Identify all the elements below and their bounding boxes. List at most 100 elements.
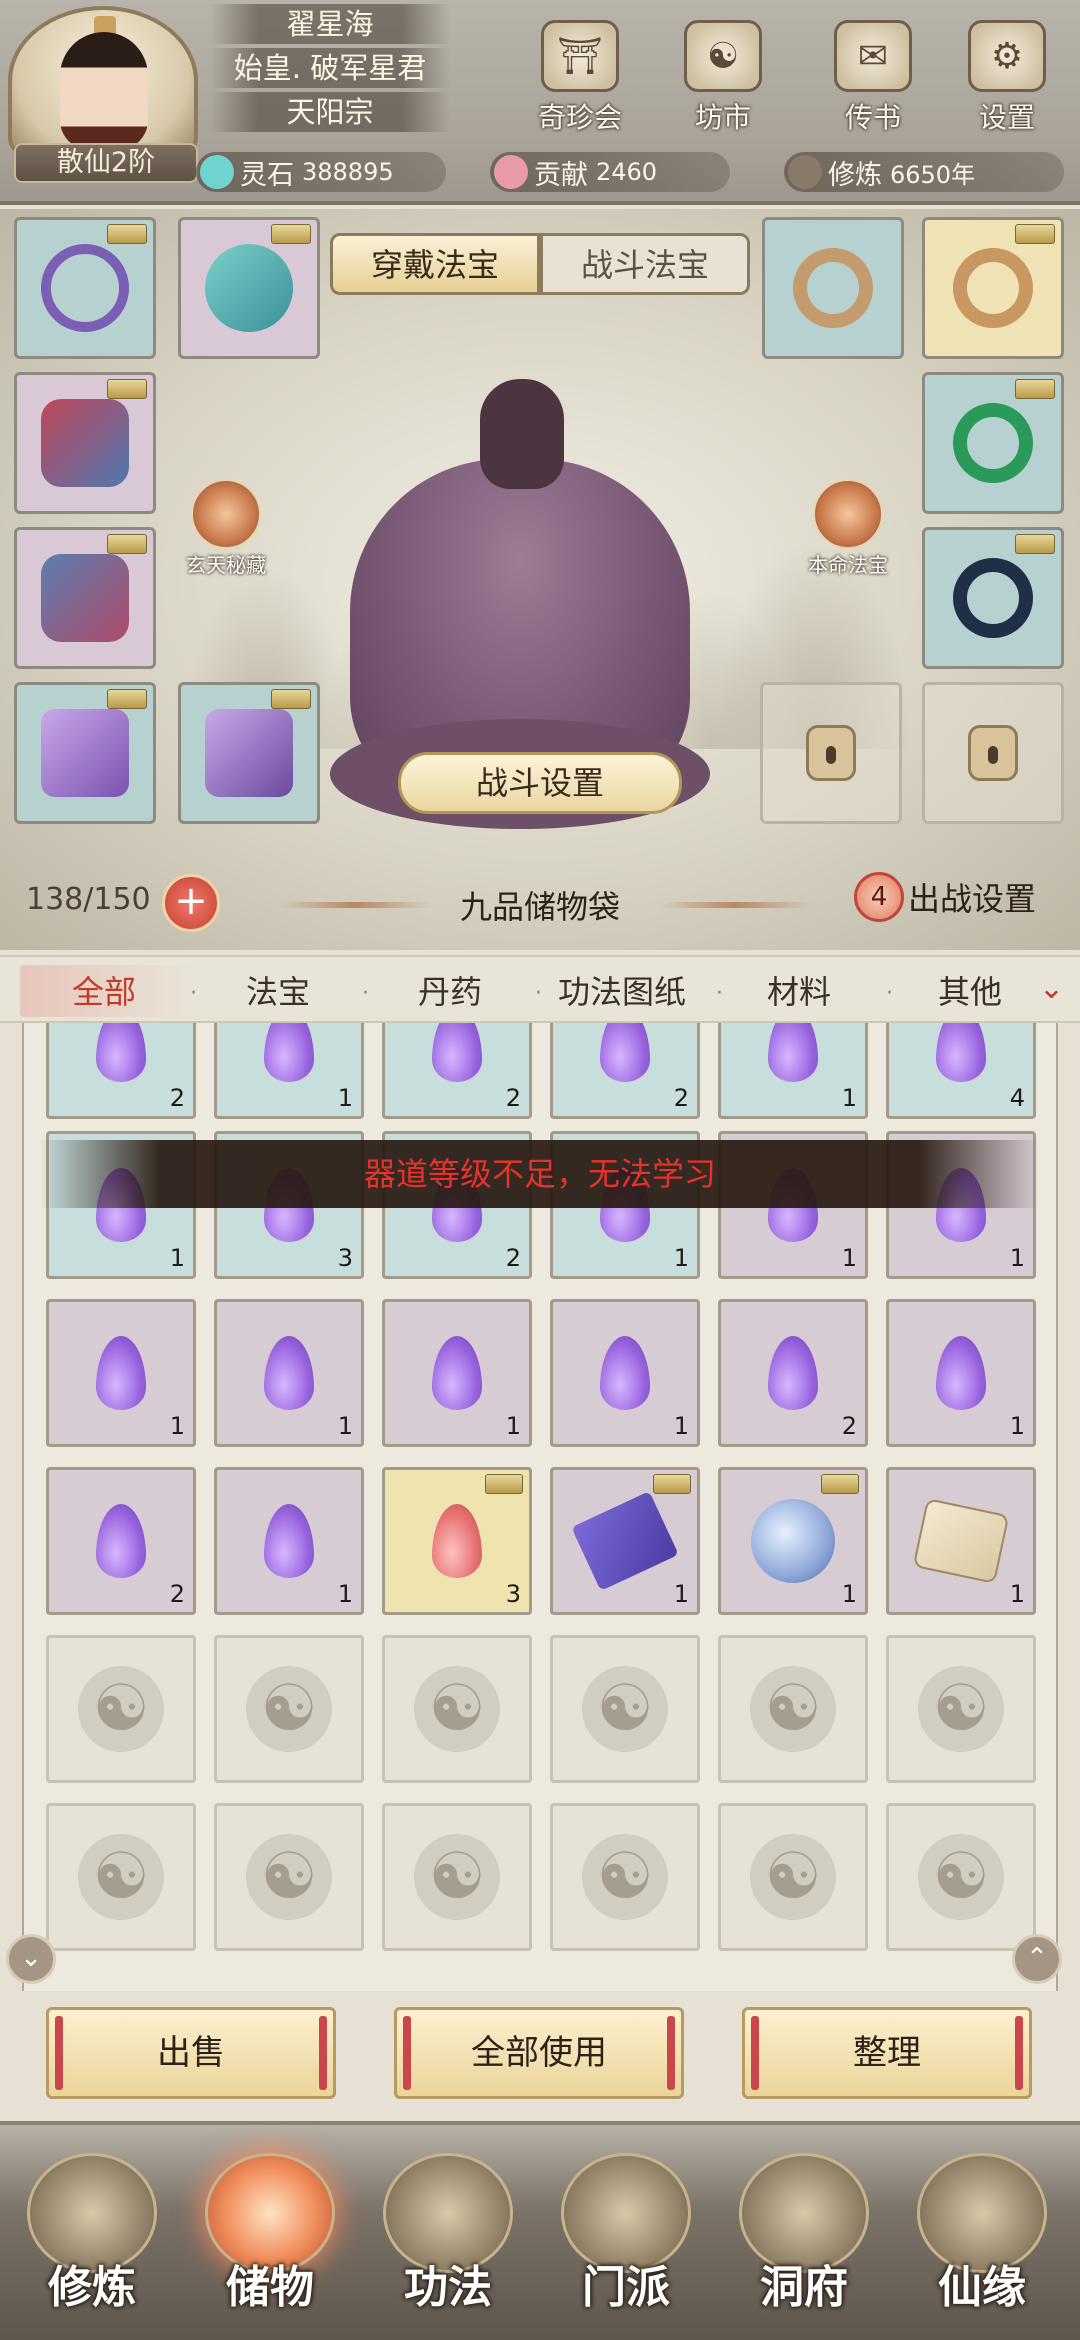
player-avatar[interactable] — [8, 6, 198, 156]
scroll-up-button[interactable]: ⌃ — [1012, 1934, 1062, 1984]
grade-tag-icon — [1015, 224, 1055, 244]
nav-cultivate-label: 修炼 — [48, 2262, 136, 2313]
dark-ring-icon — [953, 558, 1033, 638]
inventory-slot[interactable]: 1 — [718, 1023, 868, 1119]
category-pills[interactable]: 丹药 — [418, 967, 482, 1013]
inventory-slot[interactable]: 1 — [718, 1467, 868, 1615]
technique-scroll-icon — [571, 1491, 679, 1591]
ring-icon — [953, 248, 1033, 328]
accessory-slot[interactable] — [178, 217, 320, 359]
inventory-slot[interactable]: 2 — [46, 1023, 196, 1119]
empty-slot[interactable]: ☯ — [886, 1635, 1036, 1783]
inventory-slot[interactable]: 1 — [214, 1023, 364, 1119]
error-toast: 器道等级不足，无法学习 — [40, 1140, 1040, 1208]
use-all-button[interactable]: 全部使用 — [394, 2007, 684, 2099]
item-quantity: 2 — [169, 1580, 185, 1608]
ring-slot-3[interactable] — [922, 372, 1064, 514]
grade-tag-icon — [1015, 534, 1055, 554]
nav-cultivate[interactable]: 修炼 — [12, 2153, 172, 2333]
deploy-count-badge: 4 — [854, 872, 904, 922]
sect-name: 天阳宗 — [210, 92, 450, 132]
deploy-settings-label: 出战设置 — [908, 880, 1037, 918]
empty-slot[interactable]: ☯ — [886, 1803, 1036, 1951]
gloves-slot[interactable] — [14, 527, 156, 669]
tab-worn-treasures[interactable]: 穿戴法宝 — [330, 233, 540, 295]
category-all[interactable]: 全部 — [72, 967, 136, 1013]
empty-slot[interactable]: ☯ — [214, 1635, 364, 1783]
empty-slot[interactable]: ☯ — [718, 1803, 868, 1951]
armor-slot[interactable] — [14, 372, 156, 514]
item-quantity: 1 — [673, 1412, 689, 1440]
empty-slot[interactable]: ☯ — [550, 1635, 700, 1783]
yin-yang-icon: ☯ — [918, 1834, 1004, 1920]
mystic-vault-button[interactable]: 玄天秘藏 — [156, 479, 296, 578]
inventory-slot[interactable]: 4 — [886, 1023, 1036, 1119]
item-quantity: 2 — [505, 1084, 521, 1112]
tab-battle-treasures[interactable]: 战斗法宝 — [540, 233, 750, 295]
inventory-slot[interactable]: 1 — [886, 1467, 1036, 1615]
contribution-counter: 贡献 2460 — [490, 152, 730, 192]
locked-slot-1[interactable] — [760, 682, 902, 824]
empty-slot[interactable]: ☯ — [214, 1803, 364, 1951]
empty-slot[interactable]: ☯ — [46, 1635, 196, 1783]
scroll-down-button[interactable]: ⌄ — [6, 1934, 56, 1984]
item-quantity: 1 — [841, 1084, 857, 1112]
sell-button[interactable]: 出售 — [46, 2007, 336, 2099]
inventory-slot[interactable]: 2 — [550, 1023, 700, 1119]
contribution-icon — [494, 155, 528, 189]
grade-tag-icon — [107, 534, 147, 554]
category-materials[interactable]: 材料 — [767, 967, 831, 1013]
grade-tag-icon — [1015, 379, 1055, 399]
inventory-slot[interactable]: 1 — [214, 1299, 364, 1447]
nav-cave-abode[interactable]: 洞府 — [724, 2153, 884, 2333]
item-quantity: 2 — [505, 1244, 521, 1272]
boots-slot[interactable] — [178, 682, 320, 824]
yin-yang-icon: ☯ — [918, 1666, 1004, 1752]
nav-sect[interactable]: 门派 — [546, 2153, 706, 2333]
item-quantity: 1 — [1009, 1412, 1025, 1440]
inventory-slot[interactable]: 2 — [718, 1299, 868, 1447]
empty-slot[interactable]: ☯ — [382, 1803, 532, 1951]
inventory-slot[interactable]: 1 — [886, 1299, 1036, 1447]
letter-button[interactable]: ✉ 传书 — [818, 20, 928, 134]
ring-slot-4[interactable] — [922, 527, 1064, 669]
inventory-slot[interactable]: 2 — [46, 1467, 196, 1615]
market-button[interactable]: ☯ 坊市 — [668, 20, 778, 134]
divider-ornament-right — [660, 902, 810, 908]
empty-slot[interactable]: ☯ — [718, 1635, 868, 1783]
settings-button[interactable]: ⚙ 设置 — [952, 20, 1062, 134]
inventory-slot[interactable]: 1 — [46, 1299, 196, 1447]
treasure-pavilion-button[interactable]: ⛩ 奇珍会 — [525, 20, 635, 134]
inventory-slot[interactable]: 3 — [382, 1467, 532, 1615]
inventory-slot[interactable]: 1 — [214, 1467, 364, 1615]
empty-slot[interactable]: ☯ — [550, 1803, 700, 1951]
inventory-slot[interactable]: 1 — [550, 1299, 700, 1447]
inventory-slot[interactable]: 1 — [382, 1299, 532, 1447]
empty-slot[interactable]: ☯ — [46, 1803, 196, 1951]
category-other[interactable]: 其他 — [938, 967, 1002, 1013]
chevron-down-icon[interactable]: ⌄ — [1039, 971, 1064, 1006]
empty-slot[interactable]: ☯ — [382, 1635, 532, 1783]
ring-slot-1[interactable] — [762, 217, 904, 359]
deploy-settings-button[interactable]: 4 出战设置 — [854, 872, 1036, 922]
locked-slot-2[interactable] — [922, 682, 1064, 824]
nav-techniques[interactable]: 功法 — [368, 2153, 528, 2333]
inventory-slot[interactable]: 2 — [382, 1023, 532, 1119]
necklace-slot[interactable] — [14, 217, 156, 359]
sort-button[interactable]: 整理 — [742, 2007, 1032, 2099]
ring-slot-2[interactable] — [922, 217, 1064, 359]
category-techniques[interactable]: 功法图纸 — [558, 967, 686, 1013]
grade-tag-icon — [271, 689, 311, 709]
spirit-stone-icon — [200, 155, 234, 189]
pants-slot[interactable] — [14, 682, 156, 824]
nav-immortal-fate-label: 仙缘 — [938, 2262, 1026, 2313]
spirit-drop-icon — [600, 1336, 650, 1410]
nav-storage[interactable]: 储物 — [190, 2153, 350, 2333]
inventory-slot[interactable]: 1 — [550, 1467, 700, 1615]
natal-treasure-button[interactable]: 本命法宝 — [778, 479, 918, 578]
treasure-pavilion-label: 奇珍会 — [537, 101, 622, 134]
category-treasures[interactable]: 法宝 — [246, 967, 310, 1013]
battle-settings-button[interactable]: 战斗设置 — [398, 752, 682, 814]
contribution-label: 贡献 — [534, 159, 588, 191]
nav-immortal-fate[interactable]: 仙缘 — [902, 2153, 1062, 2333]
